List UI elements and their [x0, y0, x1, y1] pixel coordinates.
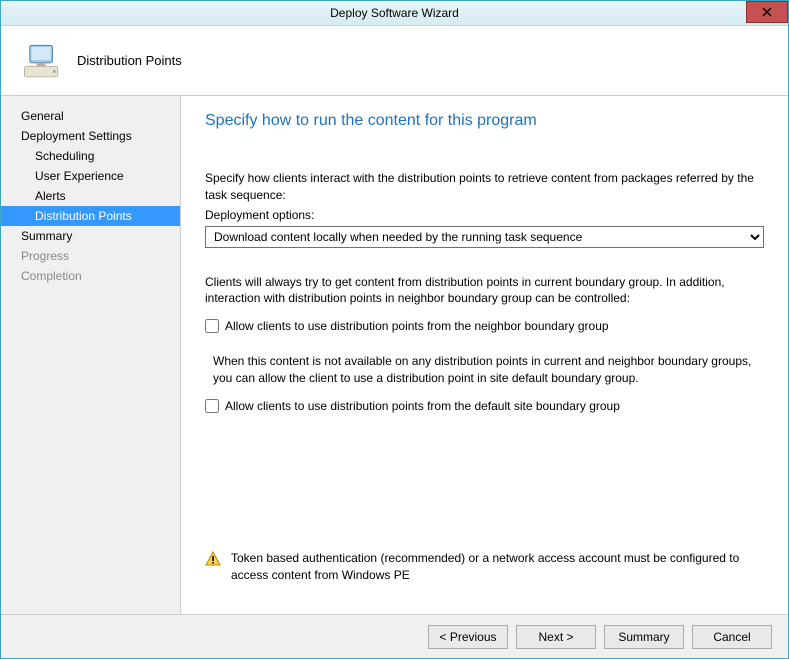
computer-icon	[21, 40, 63, 82]
warning-icon	[205, 551, 221, 567]
sidebar: General Deployment Settings Scheduling U…	[1, 96, 181, 614]
footer: < Previous Next > Summary Cancel	[1, 614, 788, 658]
boundary-group-text: Clients will always try to get content f…	[205, 274, 764, 308]
sidebar-item-progress: Progress	[1, 246, 180, 266]
default-boundary-text: When this content is not available on an…	[213, 353, 764, 387]
default-boundary-checkbox[interactable]	[205, 399, 219, 413]
previous-button[interactable]: < Previous	[428, 625, 508, 649]
warning-row: Token based authentication (recommended)…	[205, 550, 764, 584]
neighbor-boundary-checkbox[interactable]	[205, 319, 219, 333]
neighbor-boundary-label[interactable]: Allow clients to use distribution points…	[225, 319, 609, 333]
content-heading: Specify how to run the content for this …	[205, 112, 764, 130]
sidebar-item-deployment-settings[interactable]: Deployment Settings	[1, 126, 180, 146]
summary-button[interactable]: Summary	[604, 625, 684, 649]
sidebar-item-general[interactable]: General	[1, 106, 180, 126]
deployment-options-select[interactable]: Download content locally when needed by …	[205, 226, 764, 248]
page-title: Distribution Points	[77, 53, 182, 68]
close-icon	[762, 7, 772, 17]
titlebar: Deploy Software Wizard	[1, 1, 788, 26]
next-button[interactable]: Next >	[516, 625, 596, 649]
wizard-window: Deploy Software Wizard Distribution Poin…	[0, 0, 789, 659]
close-button[interactable]	[746, 1, 788, 23]
window-title: Deploy Software Wizard	[330, 6, 459, 20]
warning-text: Token based authentication (recommended)…	[231, 550, 764, 584]
sidebar-item-alerts[interactable]: Alerts	[1, 186, 180, 206]
deployment-options-label: Deployment options:	[205, 208, 764, 222]
sidebar-item-summary[interactable]: Summary	[1, 226, 180, 246]
content-pane: Specify how to run the content for this …	[181, 96, 788, 614]
intro-text: Specify how clients interact with the di…	[205, 170, 764, 204]
wizard-header: Distribution Points	[1, 26, 788, 96]
sidebar-item-user-experience[interactable]: User Experience	[1, 166, 180, 186]
sidebar-item-completion: Completion	[1, 266, 180, 286]
default-boundary-label[interactable]: Allow clients to use distribution points…	[225, 399, 620, 413]
sidebar-item-distribution-points[interactable]: Distribution Points	[1, 206, 180, 226]
cancel-button[interactable]: Cancel	[692, 625, 772, 649]
sidebar-item-scheduling[interactable]: Scheduling	[1, 146, 180, 166]
wizard-body: General Deployment Settings Scheduling U…	[1, 96, 788, 614]
